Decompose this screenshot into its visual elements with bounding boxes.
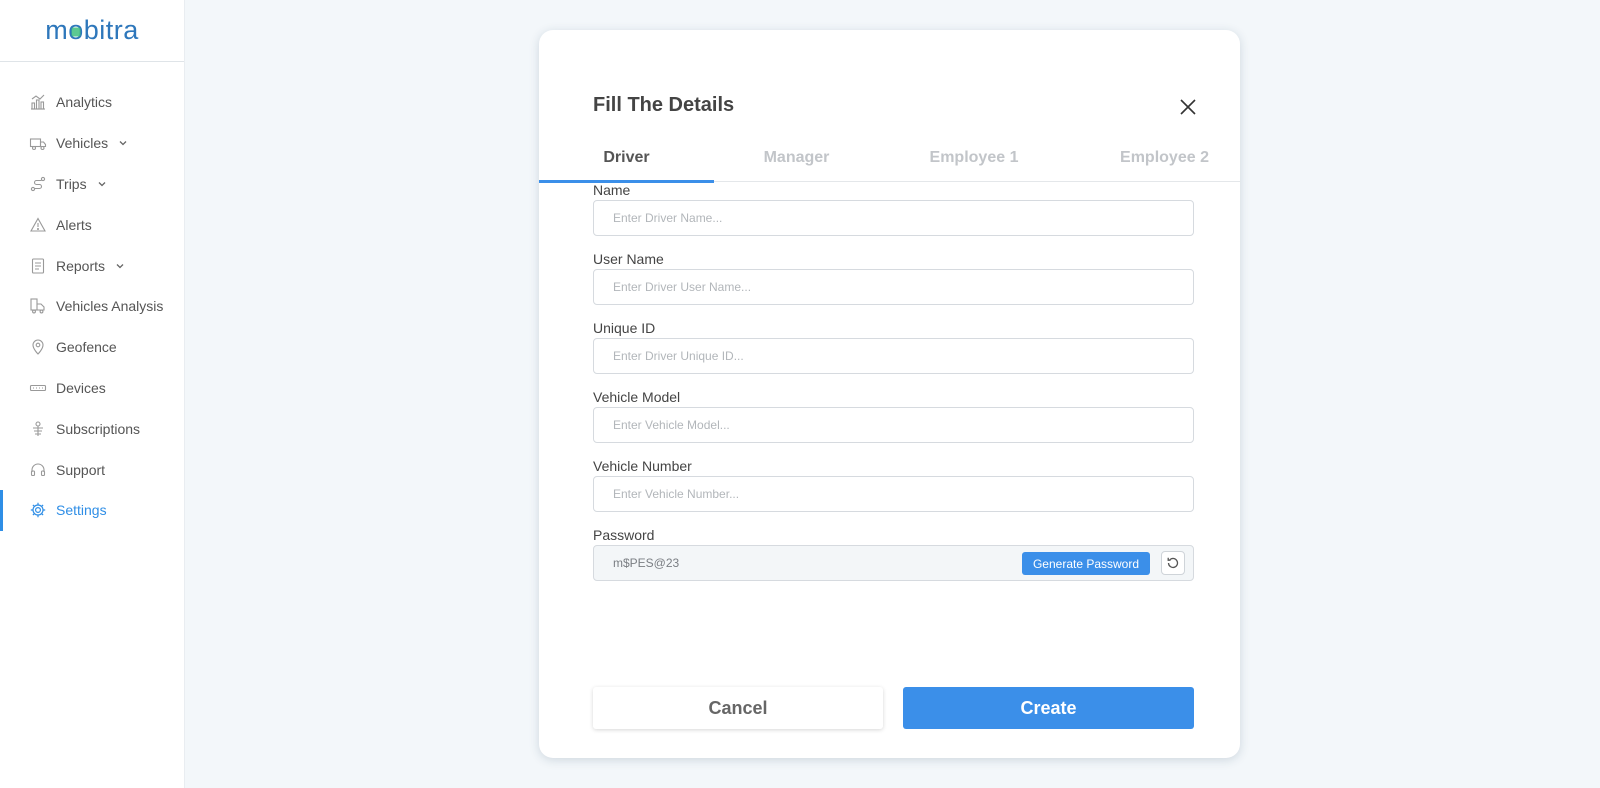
sidebar-item-support[interactable]: Support [0, 449, 184, 490]
sidebar-item-label: Vehicles Analysis [56, 298, 164, 315]
sidebar: m o bitra Analytics Vehicles Trips Alert… [0, 0, 185, 788]
report-icon [29, 257, 47, 275]
refresh-icon [1167, 557, 1179, 569]
route-icon [29, 175, 47, 193]
tab-employee-1[interactable]: Employee 1 [879, 134, 1069, 182]
sidebar-item-label: Subscriptions [56, 420, 141, 437]
create-button[interactable]: Create [903, 687, 1194, 729]
warning-icon [29, 216, 47, 234]
sidebar-item-label: Settings [56, 502, 107, 519]
driver-name-input[interactable] [593, 200, 1194, 236]
sidebar-item-label: Devices [56, 379, 106, 396]
password-value: m$PES@23 [613, 556, 680, 570]
sidebar-item-subscriptions[interactable]: Subscriptions [0, 408, 184, 449]
driver-unique-id-input[interactable] [593, 338, 1194, 374]
sidebar-item-devices[interactable]: Devices [0, 368, 184, 409]
analytics-icon [29, 93, 47, 111]
chevron-down-icon[interactable] [96, 178, 108, 190]
chevron-down-icon[interactable] [114, 260, 126, 272]
modal-title: Fill The Details [593, 94, 735, 116]
sidebar-item-label: Reports [56, 257, 106, 274]
driver-user-name-input[interactable] [593, 269, 1194, 305]
sidebar-item-label: Analytics [56, 94, 113, 111]
sidebar-item-analytics[interactable]: Analytics [0, 82, 184, 123]
logo-text-o: o [68, 15, 84, 45]
generate-password-button[interactable]: Generate Password [1022, 552, 1150, 575]
unique-id-label: Unique ID [593, 320, 656, 336]
logo-text-end: bitra [83, 15, 139, 45]
tab-manager[interactable]: Manager [714, 134, 879, 182]
gear-icon [29, 501, 47, 519]
truck-icon [29, 134, 47, 152]
sidebar-nav: Analytics Vehicles Trips Alerts Reports … [0, 62, 184, 531]
password-field[interactable]: m$PES@23 Generate Password [593, 545, 1194, 581]
sidebar-item-settings[interactable]: Settings [0, 489, 184, 531]
subscription-icon [29, 420, 47, 438]
location-pin-icon [29, 338, 47, 356]
tab-label: Driver [603, 149, 650, 166]
device-icon [29, 379, 47, 397]
close-icon [1180, 99, 1196, 115]
user-name-label: User Name [593, 251, 664, 267]
vehicle-model-label: Vehicle Model [593, 389, 681, 405]
tab-label: Employee 1 [929, 149, 1019, 166]
headset-icon [29, 461, 47, 479]
regenerate-password-button[interactable] [1161, 551, 1185, 575]
sidebar-item-label: Trips [56, 175, 87, 192]
vehicle-number-input[interactable] [593, 476, 1194, 512]
name-label: Name [593, 182, 631, 198]
sidebar-item-vehicles[interactable]: Vehicles [0, 123, 184, 164]
tab-label: Manager [763, 149, 830, 166]
sidebar-item-vehicles-analysis[interactable]: Vehicles Analysis [0, 286, 184, 327]
vehicle-model-input[interactable] [593, 407, 1194, 443]
logo-text-start: m [45, 15, 69, 45]
sidebar-item-label: Alerts [56, 216, 92, 233]
tab-employee-2[interactable]: Employee 2 [1069, 134, 1240, 182]
sidebar-item-alerts[interactable]: Alerts [0, 204, 184, 245]
vehicle-analysis-icon [29, 297, 47, 315]
sidebar-item-label: Support [56, 461, 106, 478]
sidebar-item-label: Geofence [56, 339, 117, 356]
tab-label: Employee 2 [1120, 149, 1209, 166]
chevron-down-icon[interactable] [117, 137, 129, 149]
sidebar-item-label: Vehicles [56, 135, 109, 152]
tab-driver[interactable]: Driver [539, 134, 714, 183]
fill-details-modal: Fill The Details Driver Manager Employee… [539, 30, 1240, 758]
brand-logo[interactable]: m o bitra [0, 0, 184, 62]
sidebar-item-trips[interactable]: Trips [0, 164, 184, 205]
vehicle-number-label: Vehicle Number [593, 458, 692, 474]
sidebar-item-reports[interactable]: Reports [0, 245, 184, 286]
sidebar-item-geofence[interactable]: Geofence [0, 327, 184, 368]
role-tabs: Driver Manager Employee 1 Employee 2 [539, 134, 1240, 183]
close-button[interactable] [1177, 96, 1199, 118]
password-label: Password [593, 527, 655, 543]
cancel-button[interactable]: Cancel [593, 687, 883, 729]
